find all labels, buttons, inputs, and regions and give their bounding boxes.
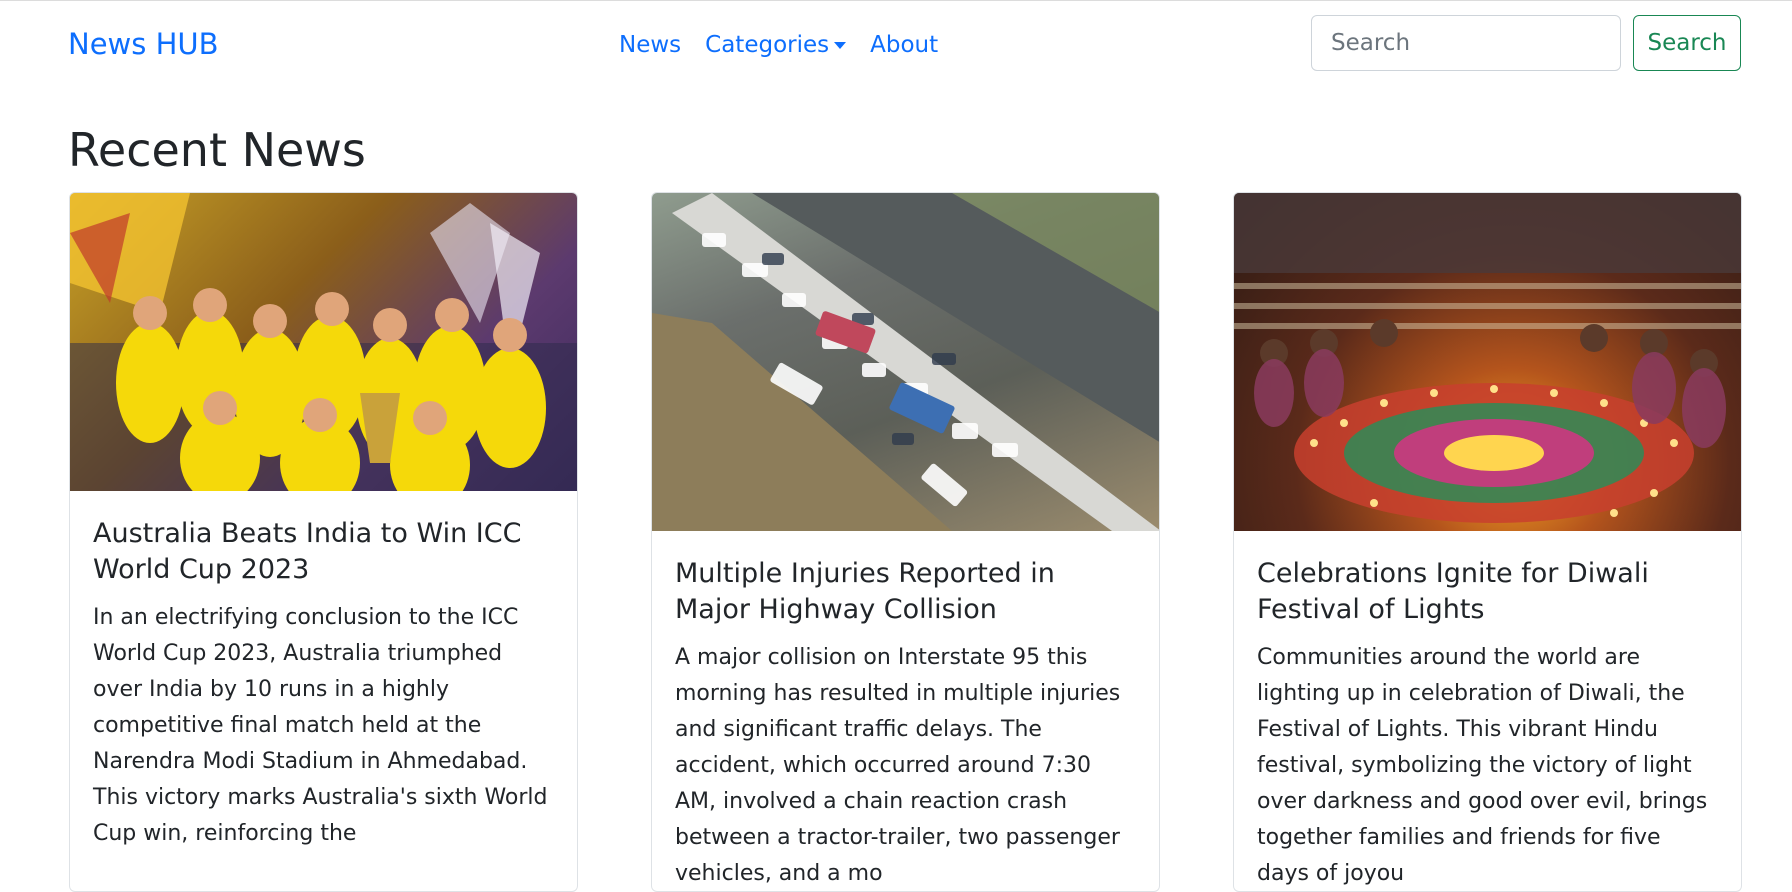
news-card-text: A major collision on Interstate 95 this …: [675, 645, 1121, 886]
caret-down-icon: [834, 41, 847, 49]
nav-link-about[interactable]: About: [858, 28, 950, 62]
nav-links: News Categories About: [619, 28, 950, 62]
news-card-highway[interactable]: Multiple Injuries Reported in Major High…: [651, 192, 1160, 892]
news-card-diwali[interactable]: Celebrations Ignite for Diwali Festival …: [1233, 192, 1742, 892]
nav-dropdown-categories[interactable]: Categories: [693, 28, 858, 62]
news-card-text: Communities around the world are lightin…: [1257, 645, 1708, 886]
search-button[interactable]: Search: [1633, 15, 1741, 71]
brand-logo[interactable]: News HUB: [68, 26, 219, 62]
nav-link-news[interactable]: News: [619, 28, 693, 62]
news-card-title[interactable]: Multiple Injuries Reported in Major High…: [675, 556, 1136, 628]
nav-link-news-label: News: [619, 32, 682, 58]
news-image-diwali-celebration[interactable]: [1234, 193, 1741, 531]
nav-link-about-label: About: [870, 32, 939, 58]
navbar: News HUB News Categories About Search: [0, 0, 1792, 90]
search-input[interactable]: [1311, 15, 1621, 71]
news-image-highway-collision[interactable]: [652, 193, 1159, 531]
news-card-title[interactable]: Celebrations Ignite for Diwali Festival …: [1257, 556, 1718, 628]
nav-link-categories-label: Categories: [705, 32, 830, 58]
section-title: Recent News: [68, 123, 366, 177]
news-card-title[interactable]: Australia Beats India to Win ICC World C…: [93, 516, 554, 588]
news-image-cricket-celebration[interactable]: [70, 193, 577, 491]
news-card-cricket[interactable]: Australia Beats India to Win ICC World C…: [69, 192, 578, 892]
news-card-text: In an electrifying conclusion to the ICC…: [93, 605, 548, 846]
